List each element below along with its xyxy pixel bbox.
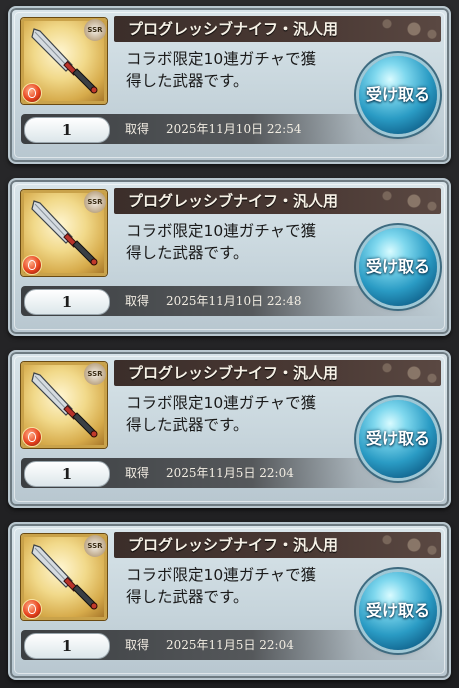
receive-button[interactable]: 受け取る <box>359 572 437 650</box>
fire-element-icon <box>22 255 42 275</box>
obtained-date: 2025年11月10日 22:48 <box>166 294 302 308</box>
item-title: プログレッシブナイフ・汎人用 <box>128 192 339 210</box>
weapon-thumbnail[interactable]: SSR <box>21 190 107 276</box>
obtained-label: 取得 <box>125 294 150 308</box>
description-line-1: コラボ限定10連ガチャで獲 <box>126 566 317 584</box>
item-description: コラボ限定10連ガチャで獲 得した武器です。 <box>126 48 356 92</box>
fire-element-icon <box>22 83 42 103</box>
item-title: プログレッシブナイフ・汎人用 <box>128 536 339 554</box>
item-title-bar: プログレッシブナイフ・汎人用 <box>114 532 441 558</box>
obtained-label: 取得 <box>125 122 150 136</box>
weapon-thumbnail[interactable]: SSR <box>21 534 107 620</box>
item-title: プログレッシブナイフ・汎人用 <box>128 20 339 38</box>
receive-button[interactable]: 受け取る <box>359 400 437 478</box>
receive-button[interactable]: 受け取る <box>359 56 437 134</box>
description-line-2: 得した武器です。 <box>126 588 249 606</box>
fire-element-icon <box>22 599 42 619</box>
item-description: コラボ限定10連ガチャで獲 得した武器です。 <box>126 392 356 436</box>
obtained-date: 2025年11月5日 22:04 <box>166 638 294 652</box>
item-title-bar: プログレッシブナイフ・汎人用 <box>114 188 441 214</box>
description-line-2: 得した武器です。 <box>126 416 249 434</box>
obtained-label: 取得 <box>125 466 150 480</box>
description-line-1: コラボ限定10連ガチャで獲 <box>126 394 317 412</box>
fire-element-icon <box>22 427 42 447</box>
title-ornament <box>351 16 441 42</box>
item-title-bar: プログレッシブナイフ・汎人用 <box>114 360 441 386</box>
ssr-badge-icon: SSR <box>84 191 106 213</box>
weapon-thumbnail[interactable]: SSR <box>21 362 107 448</box>
ssr-badge-icon: SSR <box>84 535 106 557</box>
description-line-2: 得した武器です。 <box>126 72 249 90</box>
description-line-2: 得した武器です。 <box>126 244 249 262</box>
item-title: プログレッシブナイフ・汎人用 <box>128 364 339 382</box>
receive-button[interactable]: 受け取る <box>359 228 437 306</box>
title-ornament <box>351 532 441 558</box>
obtained-label: 取得 <box>125 638 150 652</box>
gift-card: SSR プログレッシブナイフ・汎人用 コラボ限定10連ガチャで獲 得した武器です… <box>8 350 451 508</box>
title-ornament <box>351 360 441 386</box>
quantity-badge: 1 <box>24 461 110 487</box>
quantity-badge: 1 <box>24 633 110 659</box>
item-description: コラボ限定10連ガチャで獲 得した武器です。 <box>126 220 356 264</box>
obtained-date: 2025年11月5日 22:04 <box>166 466 294 480</box>
ssr-badge-icon: SSR <box>84 19 106 41</box>
description-line-1: コラボ限定10連ガチャで獲 <box>126 50 317 68</box>
gift-card: SSR プログレッシブナイフ・汎人用 コラボ限定10連ガチャで獲 得した武器です… <box>8 178 451 336</box>
quantity-badge: 1 <box>24 117 110 143</box>
gift-card: SSR プログレッシブナイフ・汎人用 コラボ限定10連ガチャで獲 得した武器です… <box>8 522 451 680</box>
weapon-thumbnail[interactable]: SSR <box>21 18 107 104</box>
quantity-badge: 1 <box>24 289 110 315</box>
ssr-badge-icon: SSR <box>84 363 106 385</box>
obtained-date: 2025年11月10日 22:54 <box>166 122 302 136</box>
description-line-1: コラボ限定10連ガチャで獲 <box>126 222 317 240</box>
gift-card: SSR プログレッシブナイフ・汎人用 コラボ限定10連ガチャで獲 得した武器です… <box>8 6 451 164</box>
item-description: コラボ限定10連ガチャで獲 得した武器です。 <box>126 564 356 608</box>
title-ornament <box>351 188 441 214</box>
item-title-bar: プログレッシブナイフ・汎人用 <box>114 16 441 42</box>
